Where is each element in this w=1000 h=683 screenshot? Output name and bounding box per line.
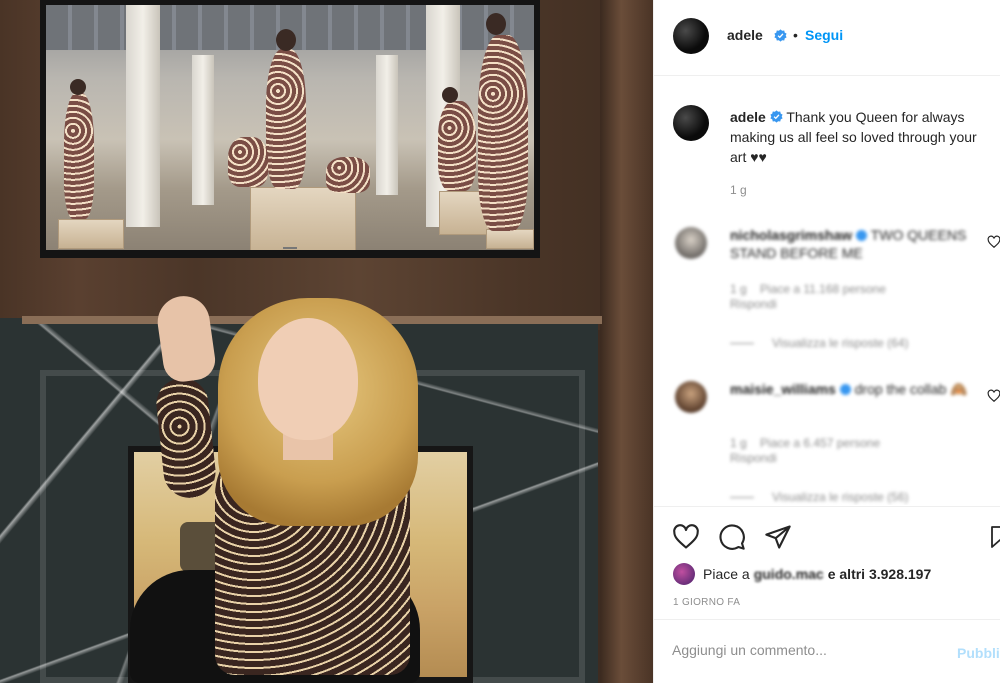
- dancer-head: [486, 13, 506, 35]
- comment-username[interactable]: maisie_williams: [730, 381, 836, 397]
- author-avatar[interactable]: [673, 18, 709, 54]
- post-photo[interactable]: [0, 0, 653, 683]
- dancer-head: [276, 29, 296, 51]
- author-username[interactable]: adele: [727, 27, 763, 43]
- comment-avatar[interactable]: [675, 381, 707, 413]
- likes-summary[interactable]: Piace a guido.mac e altri 3.928.197: [673, 563, 931, 585]
- comment-likes[interactable]: Piace a 6.457 persone: [760, 436, 880, 450]
- add-comment-bar: Pubblica: [654, 619, 1000, 683]
- reply-button[interactable]: Rispondi: [730, 297, 777, 311]
- comment-age: 1 g: [730, 436, 747, 450]
- comment-bubble-icon[interactable]: [718, 523, 746, 551]
- comment-likes[interactable]: Piace a 11.168 persone: [760, 282, 886, 296]
- dancer-head: [70, 79, 86, 95]
- comment-body: maisie_williams drop the collab 🙈: [730, 380, 980, 398]
- comment-meta: 1 g Piace a 11.168 persone Rispondi: [730, 282, 886, 312]
- view-replies-label: Visualizza le risposte (56): [772, 490, 909, 504]
- comments-list[interactable]: adele Thank you Queen for always making …: [654, 77, 1000, 505]
- likes-count[interactable]: e altri 3.928.197: [828, 566, 932, 582]
- caption-age: 1 g: [730, 183, 747, 197]
- verified-badge-icon: [774, 29, 787, 42]
- plinth: [250, 187, 356, 250]
- dancer-head: [442, 87, 458, 103]
- caption: adele Thank you Queen for always making …: [730, 107, 995, 167]
- plinth: [58, 219, 124, 249]
- view-replies-button[interactable]: Visualizza le risposte (64): [730, 336, 909, 350]
- dancer-figure: [326, 157, 370, 193]
- wood-column: [600, 0, 653, 683]
- comment-text: drop the collab 🙈: [854, 381, 968, 397]
- comment-username[interactable]: nicholasgrimshaw: [730, 227, 852, 243]
- tv-screen-image: [46, 5, 534, 250]
- post-side-panel: adele • Segui adele Thank you Queen for …: [653, 0, 1000, 683]
- bookmark-icon[interactable]: [988, 523, 1000, 551]
- caption-text: Thank you Queen for always making us all…: [730, 109, 977, 165]
- heart-icon[interactable]: [672, 523, 700, 551]
- pillar: [126, 5, 160, 227]
- post-timestamp[interactable]: 1 GIORNO FA: [673, 597, 740, 608]
- caption-username[interactable]: adele: [730, 109, 766, 125]
- liker-avatar[interactable]: [673, 563, 695, 585]
- follow-button[interactable]: Segui: [805, 27, 843, 43]
- dancer-figure: [228, 137, 268, 187]
- divider-line: [730, 497, 754, 499]
- verified-badge-icon: [770, 110, 783, 123]
- liker-username[interactable]: guido.mac: [754, 566, 824, 582]
- comment-body: nicholasgrimshaw TWO QUEENS STAND BEFORE…: [730, 226, 980, 262]
- reply-button[interactable]: Rispondi: [730, 451, 777, 465]
- verified-badge-icon: [856, 230, 868, 241]
- separator-dot: •: [793, 27, 798, 43]
- dancer-figure: [266, 49, 306, 189]
- television: [40, 0, 540, 258]
- comment-input[interactable]: [672, 642, 932, 658]
- comment-avatar[interactable]: [675, 227, 707, 259]
- comment-like-heart-icon[interactable]: [987, 235, 1000, 249]
- likes-prefix: Piace a: [703, 566, 750, 582]
- dancer-figure: [64, 93, 94, 219]
- comment-like-heart-icon[interactable]: [987, 389, 1000, 403]
- dancer-figure: [478, 35, 528, 231]
- post-actions: Piace a guido.mac e altri 3.928.197 1 GI…: [654, 506, 1000, 618]
- pillar: [376, 55, 398, 195]
- view-replies-button[interactable]: Visualizza le risposte (56): [730, 490, 909, 504]
- post-header: adele • Segui: [654, 0, 1000, 76]
- plinth: [486, 229, 534, 249]
- divider-line: [730, 343, 754, 345]
- tv-logo: [283, 247, 297, 249]
- view-replies-label: Visualizza le risposte (64): [772, 336, 909, 350]
- comment-meta: 1 g Piace a 6.457 persone Rispondi: [730, 436, 880, 466]
- paper-plane-icon[interactable]: [764, 523, 792, 551]
- publish-button[interactable]: Pubblica: [957, 645, 1000, 661]
- caption-avatar[interactable]: [673, 105, 709, 141]
- verified-badge-icon: [839, 384, 851, 395]
- dancer-figure: [438, 101, 476, 191]
- comment-age: 1 g: [730, 282, 747, 296]
- pillar: [192, 55, 214, 205]
- person-face: [258, 318, 358, 440]
